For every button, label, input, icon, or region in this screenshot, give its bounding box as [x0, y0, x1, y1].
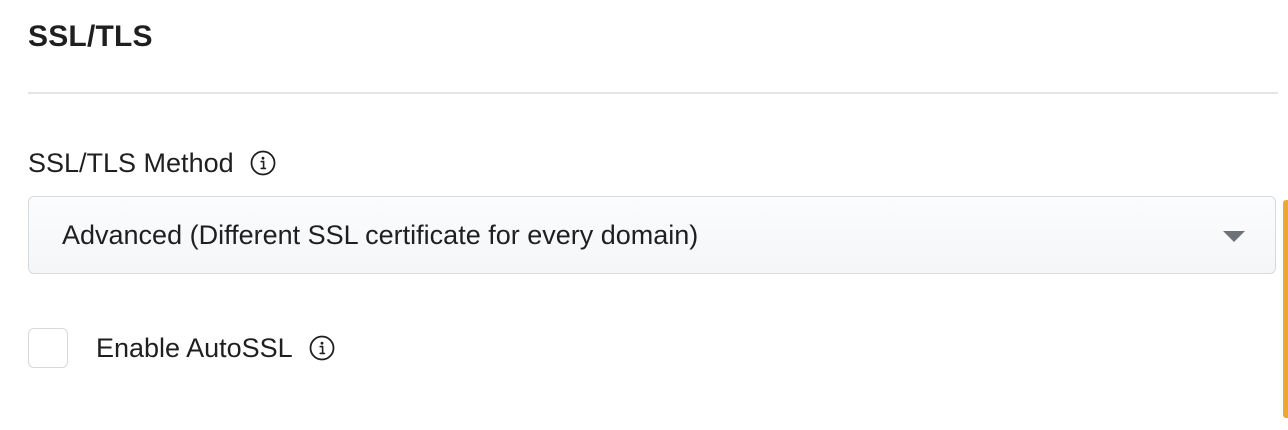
- accent-bar: [1283, 200, 1288, 418]
- ssl-method-select[interactable]: Advanced (Different SSL certificate for …: [28, 196, 1276, 274]
- info-icon[interactable]: [309, 335, 335, 361]
- ssl-method-selected-value: Advanced (Different SSL certificate for …: [62, 220, 699, 250]
- autossl-label[interactable]: Enable AutoSSL: [96, 331, 293, 365]
- chevron-down-icon: [1223, 231, 1245, 242]
- ssl-method-label-row: SSL/TLS Method: [28, 146, 276, 180]
- info-icon[interactable]: [250, 150, 276, 176]
- ssl-method-label: SSL/TLS Method: [28, 148, 234, 178]
- ssl-settings-panel: SSL/TLS SSL/TLS Method Advanced (Differe…: [0, 0, 1288, 430]
- section-title: SSL/TLS: [28, 20, 153, 53]
- section-divider: [28, 92, 1278, 94]
- autossl-row: Enable AutoSSL: [28, 328, 335, 368]
- autossl-checkbox[interactable]: [28, 328, 68, 368]
